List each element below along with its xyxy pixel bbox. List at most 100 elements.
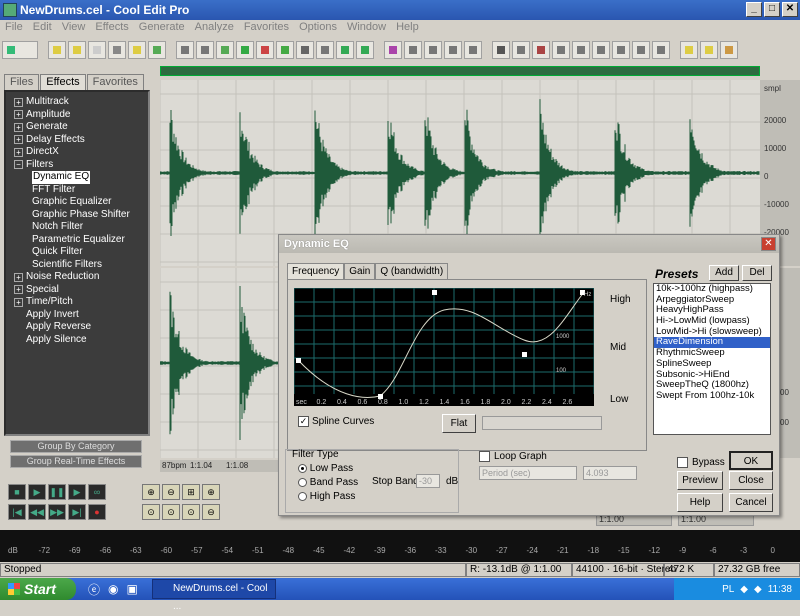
- preset-list[interactable]: 10k->100hz (highpass) ArpeggiatorSweep Hea…: [653, 283, 771, 435]
- radio-low-pass-indicator[interactable]: [298, 463, 307, 473]
- radio-band-pass[interactable]: Band Pass: [298, 477, 358, 488]
- tree-item[interactable]: Graphic Phase Shifter: [6, 209, 148, 222]
- loop-graph-toggle[interactable]: Loop Graph: [479, 451, 547, 462]
- help-icon[interactable]: [720, 41, 738, 59]
- bypass-checkbox[interactable]: [677, 457, 688, 468]
- play-icon[interactable]: ▶: [28, 484, 46, 500]
- tab-favorites[interactable]: Favorites: [86, 74, 144, 90]
- group-by-category-button[interactable]: Group By Category: [10, 440, 142, 453]
- start-button[interactable]: Start: [0, 578, 76, 600]
- window-icon[interactable]: [492, 41, 510, 59]
- zoom-out-horizontal-icon[interactable]: ⊖: [162, 484, 180, 500]
- menu-analyze[interactable]: Analyze: [190, 20, 239, 36]
- bypass-toggle[interactable]: Bypass: [677, 457, 725, 468]
- multitrack-toggle-icon[interactable]: [2, 41, 38, 59]
- quicklaunch-desktop-icon[interactable]: ▣: [127, 582, 138, 596]
- period-select[interactable]: Period (sec): [479, 466, 577, 480]
- quicklaunch-browser-icon[interactable]: ⓔ: [88, 581, 100, 598]
- snap-icon[interactable]: [384, 41, 402, 59]
- eq-control-point[interactable]: [296, 358, 301, 363]
- close-window-button[interactable]: ✕: [782, 2, 798, 17]
- frame-icon[interactable]: [404, 41, 422, 59]
- close-file-icon[interactable]: [88, 41, 106, 59]
- tab-q-bandwidth[interactable]: Q (bandwidth): [375, 263, 449, 279]
- tree-item[interactable]: Quick Filter: [6, 246, 148, 259]
- save-icon[interactable]: [108, 41, 126, 59]
- rewind-icon[interactable]: ◀◀: [28, 504, 46, 520]
- tree-item[interactable]: + Amplitude: [6, 109, 148, 122]
- maximize-button[interactable]: □: [764, 2, 780, 17]
- undo-icon[interactable]: [176, 41, 194, 59]
- language-indicator[interactable]: PL: [722, 584, 734, 595]
- tree-item[interactable]: Apply Invert: [6, 309, 148, 322]
- zoom-right-icon[interactable]: ⊙: [162, 504, 180, 520]
- eq-control-point[interactable]: [522, 352, 527, 357]
- loop-graph-checkbox[interactable]: [479, 451, 490, 462]
- wave-icon[interactable]: [532, 41, 550, 59]
- menu-view[interactable]: View: [57, 20, 91, 36]
- append-icon[interactable]: [148, 41, 166, 59]
- radio-high-pass[interactable]: High Pass: [298, 491, 355, 502]
- mix-icon[interactable]: [236, 41, 254, 59]
- tree-item[interactable]: Parametric Equalizer: [6, 234, 148, 247]
- mix-paste-icon[interactable]: [356, 41, 374, 59]
- go-to-start-icon[interactable]: |◀: [8, 504, 26, 520]
- tree-item[interactable]: + Special: [6, 284, 148, 297]
- tray-icon[interactable]: ◆: [740, 584, 748, 595]
- taskbar-item-cool-edit[interactable]: NewDrums.cel - Cool ...: [152, 579, 276, 612]
- tree-item[interactable]: FFT Filter: [6, 184, 148, 197]
- tree-item[interactable]: Dynamic EQ: [6, 171, 148, 184]
- search-icon[interactable]: [552, 41, 570, 59]
- zoom-selection-icon[interactable]: ⊙: [182, 504, 200, 520]
- preview-button[interactable]: Preview: [677, 471, 723, 490]
- loop-icon[interactable]: ∞: [88, 484, 106, 500]
- group-realtime-effects-button[interactable]: Group Real-Time Effects: [10, 455, 142, 468]
- settings-icon[interactable]: [680, 41, 698, 59]
- menu-generate[interactable]: Generate: [134, 20, 190, 36]
- menu-edit[interactable]: Edit: [28, 20, 57, 36]
- tree-item[interactable]: + Generate: [6, 121, 148, 134]
- minimize-button[interactable]: _: [746, 2, 762, 17]
- period-value-field[interactable]: 4.093: [583, 466, 637, 480]
- menu-window[interactable]: Window: [342, 20, 391, 36]
- menu-options[interactable]: Options: [294, 20, 342, 36]
- note-icon[interactable]: [700, 41, 718, 59]
- radio-high-pass-indicator[interactable]: [298, 491, 307, 501]
- expand-icon[interactable]: −: [14, 160, 23, 170]
- stop-band-field[interactable]: -30: [416, 474, 440, 488]
- tab-effects[interactable]: Effects: [40, 74, 86, 90]
- tree-item[interactable]: + Multitrack: [6, 96, 148, 109]
- tree-item[interactable]: Apply Silence: [6, 334, 148, 347]
- open-file-icon[interactable]: [68, 41, 86, 59]
- paste-icon[interactable]: [316, 41, 334, 59]
- stop-icon[interactable]: ■: [8, 484, 26, 500]
- tree-item[interactable]: Scientific Filters: [6, 259, 148, 272]
- repeat-icon[interactable]: [216, 41, 234, 59]
- tree-item[interactable]: + DirectX: [6, 146, 148, 159]
- preset-item[interactable]: SplineSweep: [654, 358, 770, 370]
- quicklaunch-explorer-icon[interactable]: ◉: [108, 582, 118, 596]
- eq-control-point[interactable]: [432, 290, 437, 295]
- zoom-full-icon[interactable]: ⊞: [182, 484, 200, 500]
- pause-icon[interactable]: ❚❚: [48, 484, 66, 500]
- tab-gain[interactable]: Gain: [344, 263, 376, 279]
- tray-icon[interactable]: ◆: [754, 584, 762, 595]
- expand-icon[interactable]: +: [14, 110, 23, 120]
- cancel-button[interactable]: Cancel: [729, 493, 773, 512]
- expand-icon[interactable]: +: [14, 272, 23, 282]
- marker-icon[interactable]: [464, 41, 482, 59]
- bars-icon[interactable]: [592, 41, 610, 59]
- tab-files[interactable]: Files: [4, 74, 40, 90]
- tree-item[interactable]: Notch Filter: [6, 221, 148, 234]
- preset-item[interactable]: Swept From 100hz-10k: [654, 390, 770, 402]
- dialog-close-icon[interactable]: ✕: [761, 237, 776, 251]
- close-button[interactable]: Close: [729, 471, 773, 490]
- expand-icon[interactable]: +: [14, 147, 23, 157]
- ok-button[interactable]: OK: [729, 451, 773, 470]
- menu-help[interactable]: Help: [391, 20, 424, 36]
- zoom-in-horizontal-icon[interactable]: ⊕: [142, 484, 160, 500]
- expand-icon[interactable]: +: [14, 297, 23, 307]
- trim-icon[interactable]: [296, 41, 314, 59]
- track-icon[interactable]: [512, 41, 530, 59]
- tree-item[interactable]: Graphic Equalizer: [6, 196, 148, 209]
